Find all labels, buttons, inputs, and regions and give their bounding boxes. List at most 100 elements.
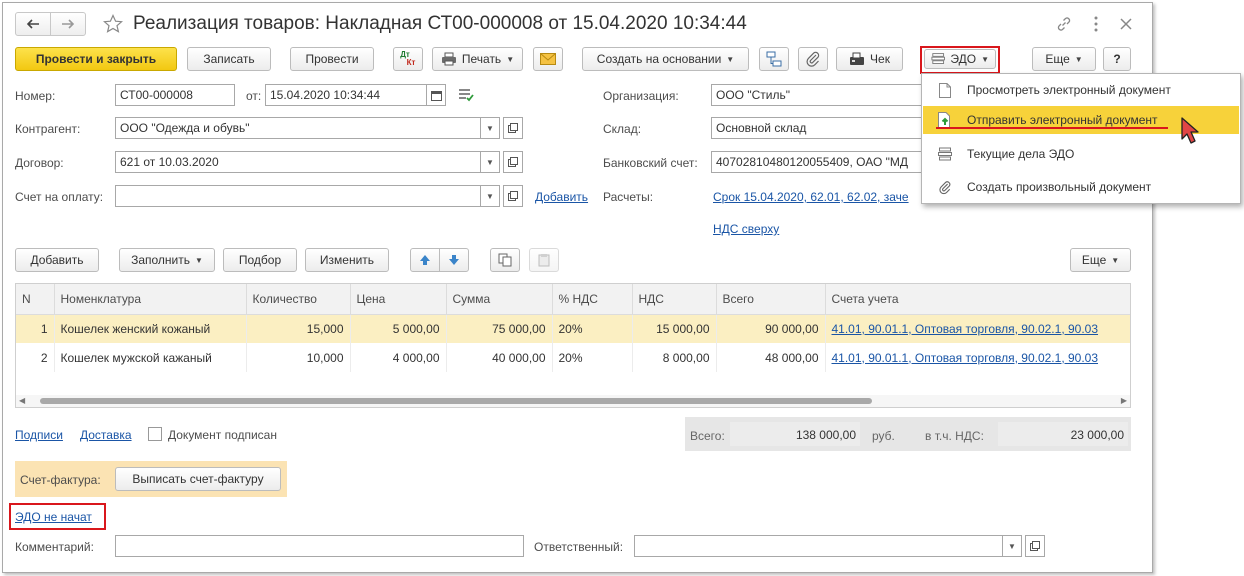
menu-item-view-edoc[interactable]: Просмотреть электронный документ bbox=[923, 76, 1239, 104]
column-header-accounts[interactable]: Счета учета bbox=[825, 284, 1130, 315]
close-icon bbox=[1120, 18, 1132, 30]
table-more-button[interactable]: Еще ▼ bbox=[1070, 248, 1131, 272]
vat-included-label: в т.ч. НДС: bbox=[925, 429, 984, 443]
copy-row-button[interactable] bbox=[490, 248, 520, 272]
scrollbar-thumb[interactable] bbox=[40, 398, 872, 404]
printer-icon bbox=[441, 52, 456, 66]
back-button[interactable] bbox=[15, 12, 51, 36]
structure-button[interactable] bbox=[759, 47, 789, 71]
invoice-field[interactable] bbox=[115, 185, 481, 207]
check-status-icon bbox=[458, 88, 474, 105]
row-price[interactable]: 5 000,00 bbox=[350, 314, 447, 343]
open-form-icon bbox=[508, 123, 518, 133]
favorite-button[interactable] bbox=[101, 12, 125, 36]
accounts-link[interactable]: 41.01, 90.01.1, Оптовая торговля, 90.02.… bbox=[832, 322, 1099, 336]
organization-label: Организация: bbox=[603, 89, 679, 103]
column-header-n[interactable]: N bbox=[16, 284, 55, 315]
contract-dropdown[interactable]: ▼ bbox=[480, 151, 500, 173]
paste-button[interactable] bbox=[529, 248, 559, 272]
row-qty[interactable]: 15,000 bbox=[246, 314, 351, 343]
row-sum[interactable]: 75 000,00 bbox=[446, 314, 553, 343]
table-row[interactable]: 1 Кошелек женский кожаный 15,000 5 000,0… bbox=[16, 314, 1130, 343]
table-pick-button[interactable]: Подбор bbox=[223, 248, 297, 272]
post-and-close-button[interactable]: Провести и закрыть bbox=[15, 47, 177, 71]
delivery-link[interactable]: Доставка bbox=[80, 428, 132, 442]
column-header-vat[interactable]: НДС bbox=[632, 284, 717, 315]
row-qty[interactable]: 10,000 bbox=[246, 343, 351, 372]
create-based-on-label: Создать на основании bbox=[596, 52, 722, 66]
accounts-link[interactable]: 41.01, 90.01.1, Оптовая торговля, 90.02.… bbox=[832, 351, 1099, 365]
more-button[interactable]: Еще ▼ bbox=[1032, 47, 1096, 71]
column-header-vat-rate[interactable]: % НДС bbox=[552, 284, 633, 315]
row-vat[interactable]: 15 000,00 bbox=[632, 314, 717, 343]
row-item[interactable]: Кошелек женский кожаный bbox=[54, 314, 247, 343]
paperclip-icon bbox=[937, 179, 953, 195]
row-sum[interactable]: 40 000,00 bbox=[446, 343, 553, 372]
menu-item-label: Просмотреть электронный документ bbox=[967, 83, 1171, 97]
move-up-button[interactable] bbox=[410, 248, 440, 272]
print-button[interactable]: Печать ▼ bbox=[432, 47, 523, 71]
dtkt-button[interactable]: Дт Кт bbox=[393, 47, 423, 71]
create-based-on-button[interactable]: Создать на основании ▼ bbox=[582, 47, 749, 71]
row-vat-rate[interactable]: 20% bbox=[552, 314, 633, 343]
close-button[interactable] bbox=[1117, 15, 1135, 33]
attach-button[interactable] bbox=[798, 47, 828, 71]
contract-field[interactable]: 621 от 10.03.2020 bbox=[115, 151, 481, 173]
save-button[interactable]: Записать bbox=[187, 47, 271, 71]
comment-field[interactable] bbox=[115, 535, 524, 557]
row-vat[interactable]: 8 000,00 bbox=[632, 343, 717, 372]
calendar-button[interactable] bbox=[426, 84, 446, 106]
arrow-up-icon bbox=[420, 255, 430, 265]
signed-checkbox[interactable] bbox=[148, 427, 162, 441]
row-price[interactable]: 4 000,00 bbox=[350, 343, 447, 372]
table-row[interactable]: 2 Кошелек мужской кажаный 10,000 4 000,0… bbox=[16, 343, 1130, 372]
column-header-qty[interactable]: Количество bbox=[246, 284, 351, 315]
forward-button[interactable] bbox=[50, 12, 86, 36]
row-total[interactable]: 48 000,00 bbox=[716, 343, 826, 372]
contract-label: Договор: bbox=[15, 156, 64, 170]
post-button[interactable]: Провести bbox=[290, 47, 374, 71]
row-vat-rate[interactable]: 20% bbox=[552, 343, 633, 372]
row-accounts[interactable]: 41.01, 90.01.1, Оптовая торговля, 90.02.… bbox=[825, 343, 1130, 372]
scroll-right-icon[interactable]: ▶ bbox=[1121, 396, 1127, 405]
table-change-button[interactable]: Изменить bbox=[305, 248, 389, 272]
date-field[interactable]: 15.04.2020 10:34:44 bbox=[265, 84, 427, 106]
settlements-link[interactable]: Срок 15.04.2020, 62.01, 62.02, заче bbox=[713, 190, 909, 204]
responsible-dropdown[interactable]: ▼ bbox=[1002, 535, 1022, 557]
more-actions-button[interactable] bbox=[1087, 15, 1105, 33]
invoice-open-button[interactable] bbox=[503, 185, 523, 207]
help-button[interactable]: ? bbox=[1103, 47, 1131, 71]
organization-field[interactable]: ООО "Стиль" bbox=[711, 84, 931, 106]
number-field[interactable]: СТ00-000008 bbox=[115, 84, 235, 106]
column-header-price[interactable]: Цена bbox=[350, 284, 447, 315]
link-button[interactable] bbox=[1055, 15, 1073, 33]
table-fill-button[interactable]: Заполнить ▼ bbox=[119, 248, 215, 272]
row-item[interactable]: Кошелек мужской кажаный bbox=[54, 343, 247, 372]
vat-on-top-link[interactable]: НДС сверху bbox=[713, 222, 779, 236]
bank-account-field[interactable]: 40702810480120055409, ОАО "МД bbox=[711, 151, 931, 173]
horizontal-scrollbar[interactable]: ◀ ▶ bbox=[16, 395, 1130, 407]
counterparty-dropdown[interactable]: ▼ bbox=[480, 117, 500, 139]
scroll-left-icon[interactable]: ◀ bbox=[19, 396, 25, 405]
invoice-add-link[interactable]: Добавить bbox=[535, 190, 588, 204]
menu-item-create-custom[interactable]: Создать произвольный документ bbox=[923, 173, 1239, 201]
warehouse-field[interactable]: Основной склад bbox=[711, 117, 931, 139]
row-total[interactable]: 90 000,00 bbox=[716, 314, 826, 343]
responsible-field[interactable] bbox=[634, 535, 1003, 557]
column-header-item[interactable]: Номенклатура bbox=[54, 284, 247, 315]
check-button[interactable]: Чек bbox=[836, 47, 903, 71]
responsible-open-button[interactable] bbox=[1025, 535, 1045, 557]
table-add-button[interactable]: Добавить bbox=[15, 248, 99, 272]
edo-highlight-box bbox=[920, 46, 1000, 74]
counterparty-open-button[interactable] bbox=[503, 117, 523, 139]
row-accounts[interactable]: 41.01, 90.01.1, Оптовая торговля, 90.02.… bbox=[825, 314, 1130, 343]
column-header-sum[interactable]: Сумма bbox=[446, 284, 553, 315]
invoice-dropdown[interactable]: ▼ bbox=[480, 185, 500, 207]
issue-invoice-button[interactable]: Выписать счет-фактуру bbox=[115, 467, 281, 491]
signatures-link[interactable]: Подписи bbox=[15, 428, 63, 442]
contract-open-button[interactable] bbox=[503, 151, 523, 173]
move-down-button[interactable] bbox=[439, 248, 469, 272]
email-button[interactable] bbox=[533, 47, 563, 71]
counterparty-field[interactable]: ООО "Одежда и обувь" bbox=[115, 117, 481, 139]
column-header-total[interactable]: Всего bbox=[716, 284, 826, 315]
